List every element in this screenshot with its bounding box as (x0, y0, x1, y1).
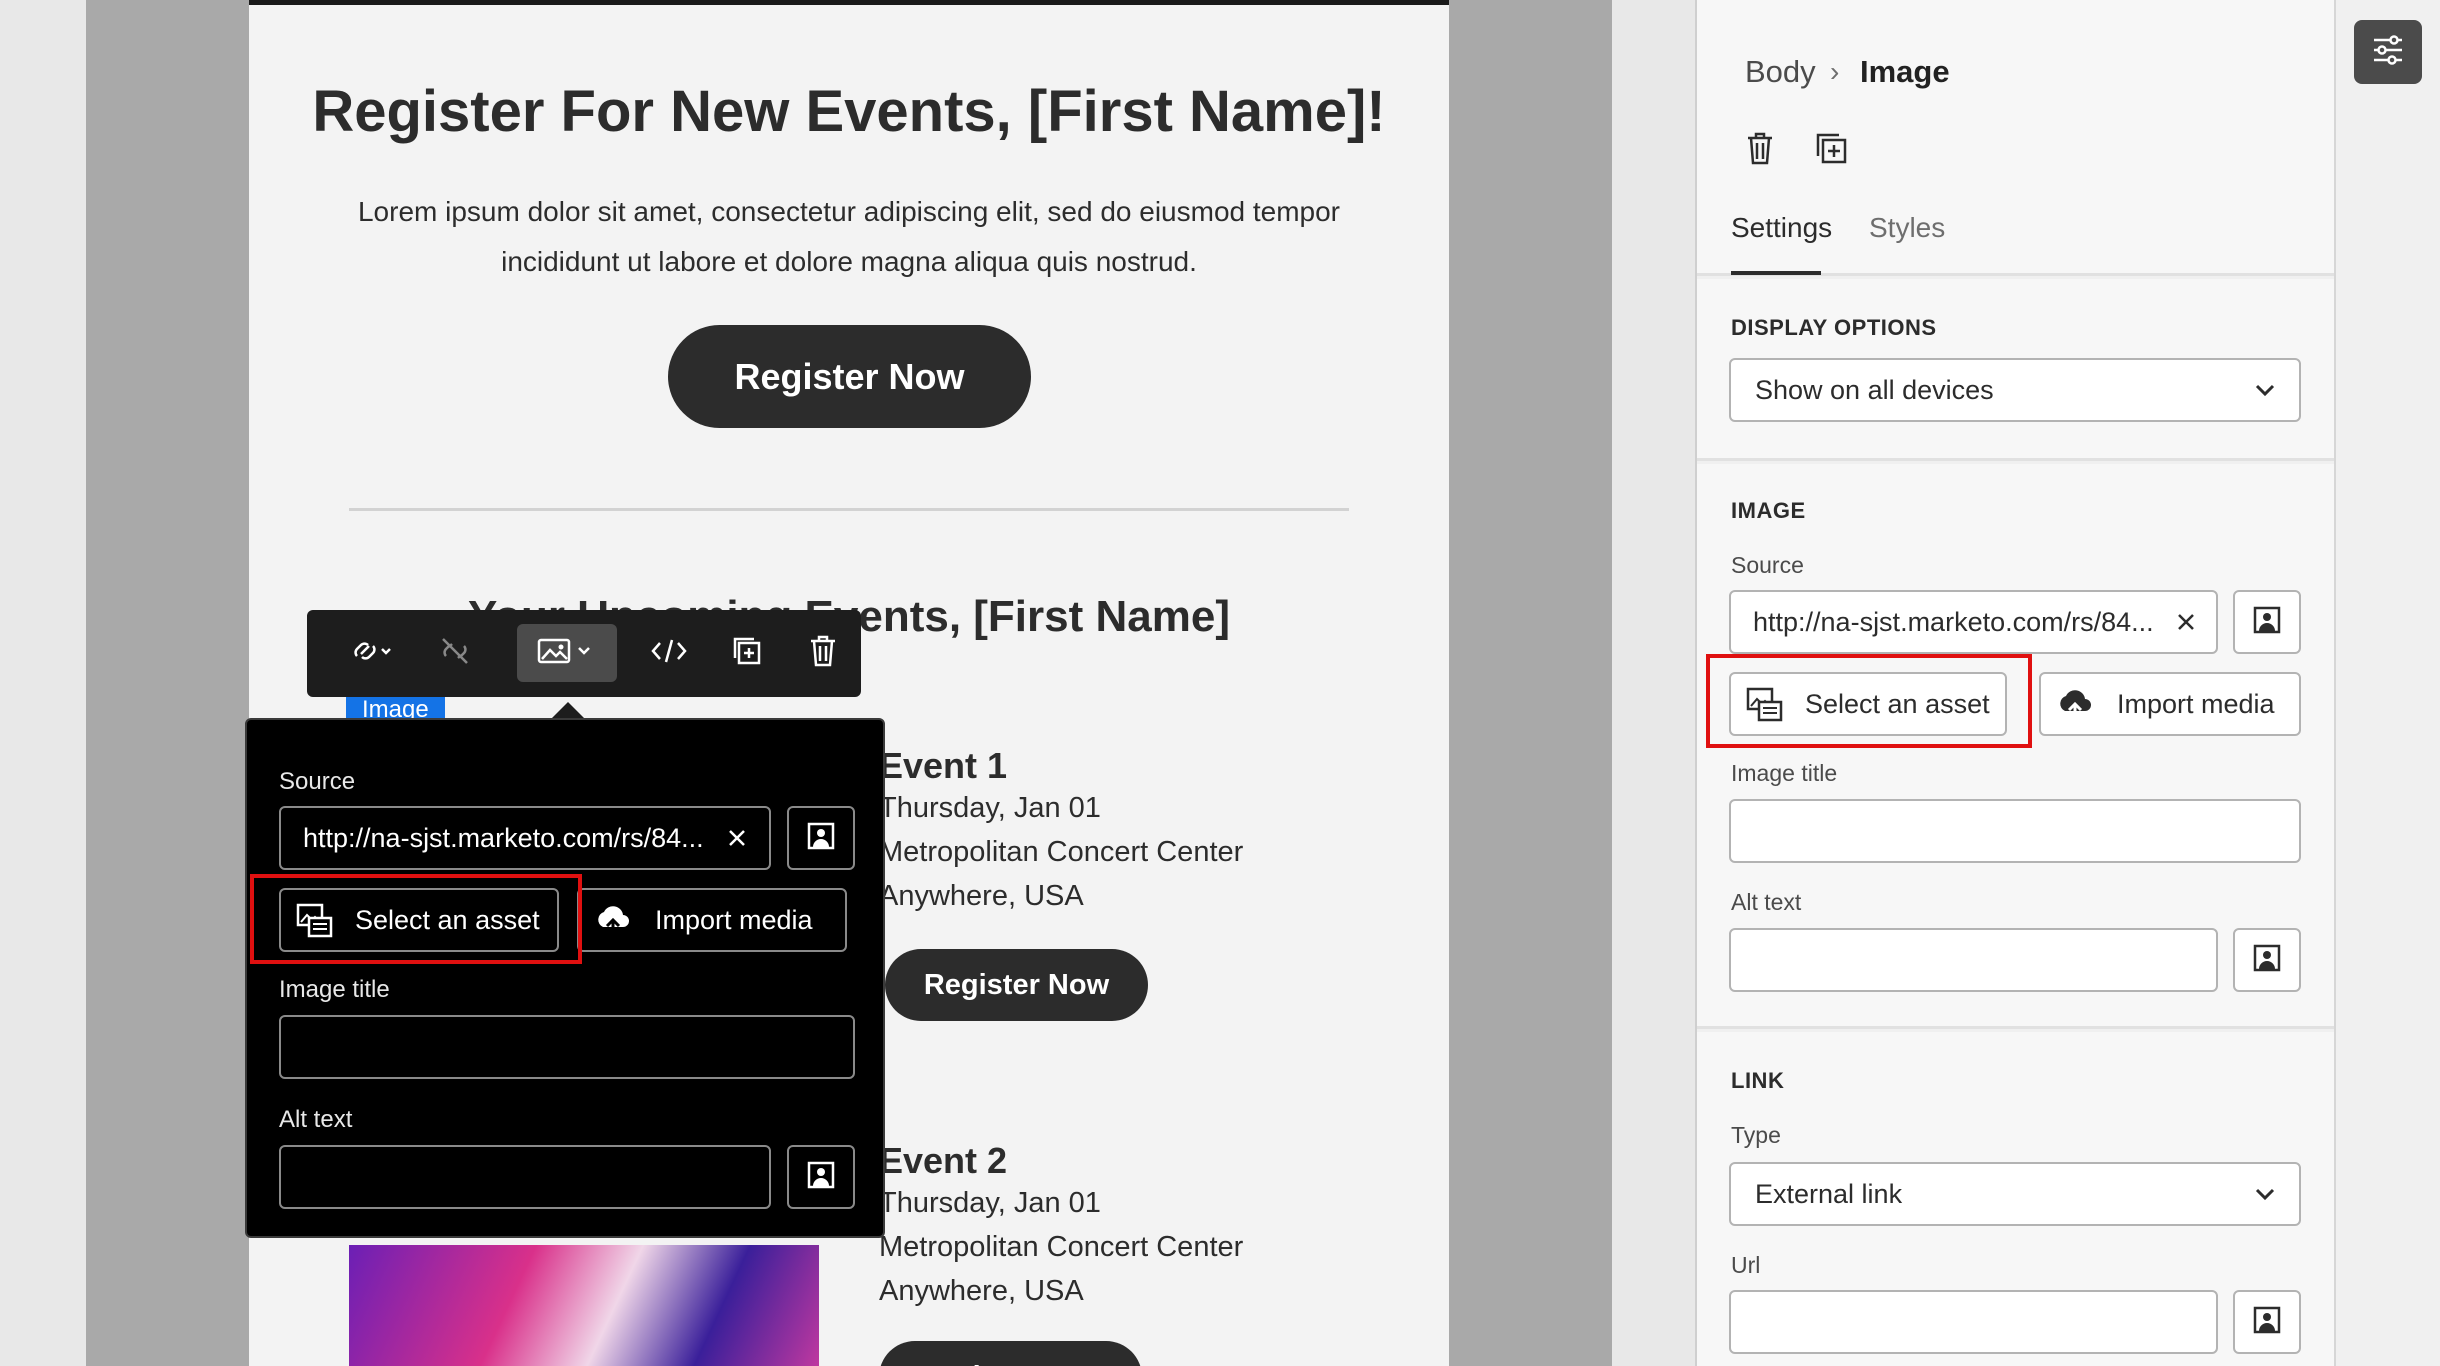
popover-source-label: Source (279, 768, 356, 795)
popover-import-media-label: Import media (655, 904, 813, 935)
trash-icon (808, 634, 838, 673)
breadcrumb-current: Image (1860, 54, 1950, 89)
sliders-icon (2370, 33, 2406, 72)
link-section: LINK Type External link Url (1697, 1032, 2334, 1366)
breadcrumb-separator: › (1830, 56, 1840, 87)
panel-duplicate-button[interactable] (1813, 130, 1849, 171)
source-field[interactable]: http://na-sjst.marketo.com/rs/84... (1729, 590, 2218, 654)
image-title-field[interactable] (1729, 799, 2301, 863)
trash-icon (1745, 132, 1775, 170)
image-section-title: IMAGE (1731, 498, 1806, 523)
popover-personalize-alt-button[interactable] (787, 1145, 855, 1209)
tab-settings[interactable]: Settings (1731, 212, 1832, 244)
link-type-value: External link (1755, 1179, 1903, 1209)
chevron-down-icon (2253, 1184, 2277, 1209)
event-2-image[interactable] (349, 1245, 819, 1366)
alt-text-field[interactable] (1729, 928, 2218, 992)
divider (349, 508, 1349, 511)
url-field[interactable] (1729, 1290, 2218, 1354)
event-2-date: Thursday, Jan 01 (879, 1187, 1101, 1219)
event-2-register-button[interactable]: Register Now (879, 1341, 1142, 1366)
alt-text-personalize-button[interactable] (2233, 928, 2301, 992)
image-options-button[interactable] (517, 624, 617, 682)
event-1-title: Event 1 (879, 745, 1008, 786)
duplicate-icon (730, 634, 764, 673)
url-personalize-button[interactable] (2233, 1290, 2301, 1354)
link-section-title: LINK (1731, 1068, 1785, 1093)
chevron-down-icon (2253, 380, 2277, 405)
display-options-title: DISPLAY OPTIONS (1731, 315, 1937, 340)
cloud-upload-icon (2055, 687, 2095, 721)
personalization-icon (806, 821, 836, 856)
duplicate-button[interactable] (717, 624, 777, 682)
delete-button[interactable] (793, 624, 853, 682)
popover-source-field[interactable]: http://na-sjst.marketo.com/rs/84... (279, 806, 771, 870)
highlight-box (250, 874, 582, 964)
unlink-icon (438, 634, 472, 673)
popover-alt-text-label: Alt text (279, 1106, 353, 1133)
properties-toggle-button[interactable] (2354, 20, 2422, 84)
display-options-value: Show on all devices (1755, 375, 1994, 405)
clear-icon[interactable] (725, 826, 749, 855)
display-options-dropdown[interactable]: Show on all devices (1729, 358, 2301, 422)
event-1-date: Thursday, Jan 01 (879, 792, 1101, 824)
image-icon (537, 636, 597, 671)
import-media-button[interactable]: Import media (2039, 672, 2301, 736)
link-type-dropdown[interactable]: External link (1729, 1162, 2301, 1226)
personalization-icon (2252, 605, 2282, 640)
link-type-label: Type (1731, 1122, 1781, 1148)
personalization-icon (2252, 1305, 2282, 1340)
unlink-button[interactable] (425, 624, 485, 682)
clear-icon[interactable] (2174, 610, 2198, 639)
hero-title: Register For New Events, [First Name]! (312, 79, 1386, 144)
panel-header: Body › Image Settings Styles (1697, 0, 2334, 276)
cloud-upload-icon (593, 903, 633, 937)
source-personalize-button[interactable] (2233, 590, 2301, 654)
event-2-venue: Metropolitan Concert Center (879, 1231, 1244, 1263)
event-1-venue: Metropolitan Concert Center (879, 836, 1244, 868)
source-label: Source (1731, 552, 1804, 578)
hero-body: Lorem ipsum dolor sit amet, consectetur … (357, 196, 1341, 277)
image-toolbar (307, 610, 861, 697)
import-media-label: Import media (2117, 688, 2275, 719)
event-2-title: Event 2 (879, 1140, 1008, 1181)
popover-alt-text-field[interactable] (279, 1145, 771, 1209)
popover-import-media-button[interactable]: Import media (577, 888, 847, 952)
source-value: http://na-sjst.marketo.com/rs/84... (1753, 607, 2154, 637)
duplicate-icon (1813, 133, 1849, 170)
event-1-register-button[interactable]: Register Now (885, 949, 1148, 1021)
event-1-location: Anywhere, USA (879, 880, 1084, 912)
display-options-section: DISPLAY OPTIONS Show on all devices (1697, 279, 2334, 461)
register-now-button[interactable]: Register Now (668, 325, 1031, 428)
tab-styles[interactable]: Styles (1869, 212, 1945, 244)
alt-text-label: Alt text (1731, 889, 1802, 915)
panel-delete-button[interactable] (1745, 130, 1775, 171)
event-2-location: Anywhere, USA (879, 1275, 1084, 1307)
popover-image-title-label: Image title (279, 976, 390, 1003)
code-button[interactable] (639, 624, 699, 682)
popover-image-title-field[interactable] (279, 1015, 855, 1079)
highlight-box (1706, 654, 2032, 748)
popover-pointer (552, 702, 584, 718)
personalization-icon (2252, 943, 2282, 978)
popover-source-value: http://na-sjst.marketo.com/rs/84... (303, 823, 704, 853)
link-button[interactable] (333, 624, 409, 682)
image-popover: Source http://na-sjst.marketo.com/rs/84.… (245, 718, 885, 1238)
personalization-icon (806, 1160, 836, 1195)
url-label: Url (1731, 1252, 1761, 1278)
right-rail (2334, 0, 2440, 1366)
active-tab-indicator (1731, 271, 1821, 275)
image-title-label: Image title (1731, 760, 1838, 786)
code-icon (650, 636, 688, 671)
link-icon (348, 636, 394, 671)
breadcrumb-parent[interactable]: Body (1745, 54, 1816, 90)
popover-personalize-source-button[interactable] (787, 806, 855, 870)
